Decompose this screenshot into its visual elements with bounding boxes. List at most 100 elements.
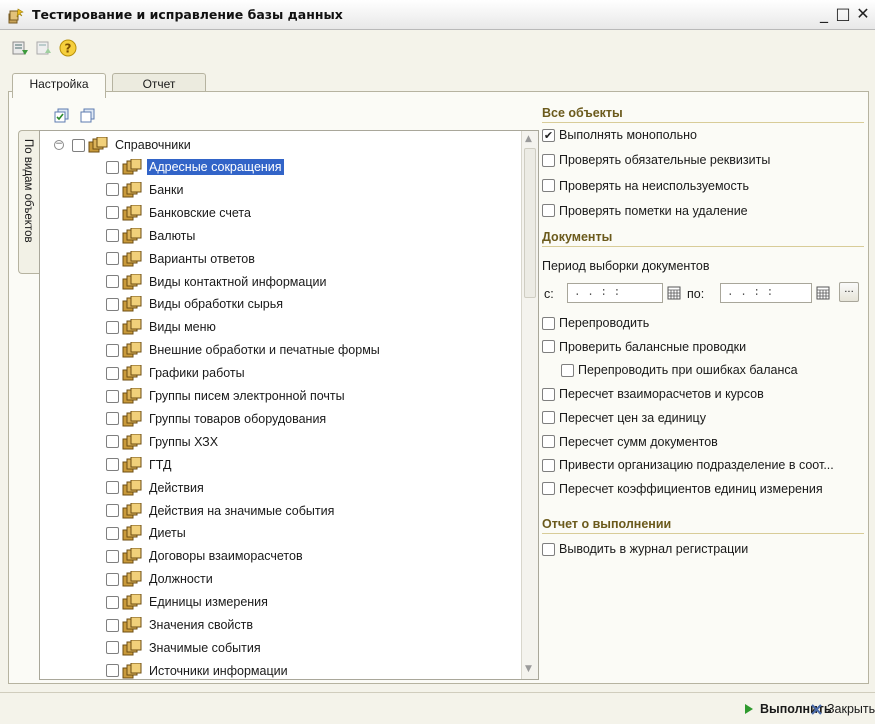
tree-item-label: Группы ХЗХ	[149, 434, 219, 449]
option-checkbox[interactable]	[542, 435, 555, 448]
calendar-from-icon[interactable]	[666, 285, 682, 301]
option-row[interactable]: Пересчет сумм документов	[542, 435, 718, 449]
close-icon[interactable]: ✕	[854, 4, 872, 23]
option-row[interactable]: Перепроводить	[542, 316, 649, 330]
option-row[interactable]: Пересчет взаиморасчетов и курсов	[542, 387, 764, 401]
tree-item-row[interactable]: Группы ХЗХ	[106, 431, 220, 453]
option-checkbox[interactable]	[542, 542, 555, 556]
tree-item-row[interactable]: Группы товаров оборудования	[106, 408, 328, 430]
tree-item-row[interactable]: Значения свойств	[106, 614, 255, 636]
option-checkbox[interactable]	[542, 482, 555, 496]
tree-item-checkbox[interactable]	[106, 160, 119, 174]
tree-item-row[interactable]: ГТД	[106, 454, 173, 476]
tree-item-checkbox[interactable]	[106, 252, 119, 266]
option-checkbox[interactable]	[542, 153, 555, 167]
tree-item-checkbox[interactable]	[106, 366, 119, 380]
option-checkbox[interactable]	[542, 340, 555, 354]
tree-item-checkbox[interactable]	[106, 595, 119, 609]
tree-item-row[interactable]: Виды контактной информации	[106, 271, 328, 293]
option-row[interactable]: Проверять обязательные реквизиты	[542, 153, 770, 167]
option-checkbox[interactable]	[542, 411, 555, 425]
tree-item-checkbox[interactable]	[106, 641, 119, 655]
tree-item-checkbox[interactable]	[106, 504, 119, 517]
tree-item-checkbox[interactable]	[106, 481, 119, 495]
tree-item-row[interactable]: Валюты	[106, 225, 197, 247]
scroll-up-icon[interactable]: ▲	[525, 134, 532, 144]
option-row[interactable]: Пересчет цен за единицу	[542, 411, 706, 425]
tree-item-checkbox[interactable]	[106, 526, 119, 540]
tree-item-label: Виды меню	[149, 320, 216, 335]
maximize-icon[interactable]: □	[834, 4, 852, 23]
tree-item-row[interactable]: Банковские счета	[106, 202, 253, 224]
close-button[interactable]: Закрыть	[811, 702, 875, 716]
tab-settings[interactable]: Настройка	[12, 73, 106, 98]
tree-root-checkbox[interactable]	[72, 138, 85, 152]
tree-item-row[interactable]: Банки	[106, 179, 186, 201]
tree-item-row[interactable]: Действия	[106, 477, 206, 499]
tree-item-row[interactable]: Диеты	[106, 522, 188, 544]
tree-item-checkbox[interactable]	[106, 343, 119, 357]
tree-item-checkbox[interactable]	[106, 572, 119, 586]
period-select-button[interactable]: ...	[839, 282, 859, 302]
option-row[interactable]: Проверить балансные проводки	[542, 340, 746, 354]
option-row[interactable]: Привести организацию подразделение в соо…	[542, 458, 834, 472]
tree-item-row[interactable]: Адресные сокращения	[106, 156, 284, 178]
tree-item-checkbox[interactable]	[106, 206, 119, 220]
tree-item-row[interactable]: Единицы измерения	[106, 591, 270, 613]
tree-item-checkbox[interactable]	[106, 320, 119, 334]
tree-item-row[interactable]: Виды обработки сырья	[106, 293, 285, 315]
save-settings-icon[interactable]	[34, 38, 54, 58]
side-tab-by-object-types[interactable]: По видам объектов	[18, 130, 40, 274]
date-from-field[interactable]: . . : :	[567, 283, 663, 303]
option-row[interactable]: Перепроводить при ошибках баланса	[561, 363, 798, 377]
scroll-thumb[interactable]	[524, 148, 536, 298]
option-checkbox[interactable]	[561, 363, 574, 377]
tree-item-checkbox[interactable]	[106, 458, 119, 472]
tree-item-row[interactable]: Действия на значимые события	[106, 500, 336, 522]
tree-item-row[interactable]: Виды меню	[106, 316, 218, 338]
tree-item-checkbox[interactable]	[106, 183, 119, 197]
option-checkbox[interactable]	[542, 128, 555, 142]
collapse-icon[interactable]: −	[54, 140, 64, 150]
catalog-icon	[122, 639, 142, 656]
option-checkbox[interactable]	[542, 204, 555, 218]
tree-item-checkbox[interactable]	[106, 549, 119, 563]
tree-item-checkbox[interactable]	[106, 297, 119, 311]
option-checkbox[interactable]	[542, 387, 555, 401]
check-all-icon[interactable]	[54, 108, 70, 124]
tree-item-checkbox[interactable]	[106, 275, 119, 288]
option-checkbox[interactable]	[542, 316, 555, 330]
minimize-icon[interactable]: _	[815, 4, 833, 23]
tree-item-row[interactable]: Источники информации	[106, 660, 290, 679]
tree-item-checkbox[interactable]	[106, 435, 119, 449]
option-checkbox[interactable]	[542, 458, 555, 472]
tree-root-row[interactable]: − Справочники	[54, 134, 193, 156]
option-row[interactable]: Проверять на неиспользуемость	[542, 179, 749, 193]
date-to-field[interactable]: . . : :	[720, 283, 812, 303]
help-icon[interactable]: ?	[58, 38, 78, 58]
tree-scrollbar[interactable]: ▲ ▼	[521, 131, 538, 679]
tree-item-row[interactable]: Договоры взаиморасчетов	[106, 545, 305, 567]
option-row[interactable]: Проверять пометки на удаление	[542, 204, 748, 218]
tree-item-label: Единицы измерения	[149, 595, 268, 610]
tree-item-checkbox[interactable]	[106, 618, 119, 632]
tree-item-row[interactable]: Должности	[106, 568, 215, 590]
option-checkbox[interactable]	[542, 179, 555, 193]
option-row[interactable]: Выполнять монопольно	[542, 128, 697, 142]
tree-item-row[interactable]: Графики работы	[106, 362, 247, 384]
tree-item-row[interactable]: Группы писем электронной почты	[106, 385, 347, 407]
tree-item-checkbox[interactable]	[106, 412, 119, 426]
toolbar: ?	[0, 31, 875, 64]
tree-item-checkbox[interactable]	[106, 389, 119, 403]
tree-item-row[interactable]: Внешние обработки и печатные формы	[106, 339, 382, 361]
load-settings-icon[interactable]	[10, 38, 30, 58]
tree-item-row[interactable]: Варианты ответов	[106, 248, 257, 270]
tree-item-checkbox[interactable]	[106, 229, 119, 243]
calendar-to-icon[interactable]	[815, 285, 831, 301]
scroll-down-icon[interactable]: ▼	[525, 664, 532, 674]
tree-item-checkbox[interactable]	[106, 664, 119, 678]
tree-item-row[interactable]: Значимые события	[106, 637, 263, 659]
option-row[interactable]: Пересчет коэффициентов единиц измерения	[542, 482, 823, 496]
uncheck-all-icon[interactable]	[80, 108, 96, 124]
option-row[interactable]: Выводить в журнал регистрации	[542, 542, 748, 556]
